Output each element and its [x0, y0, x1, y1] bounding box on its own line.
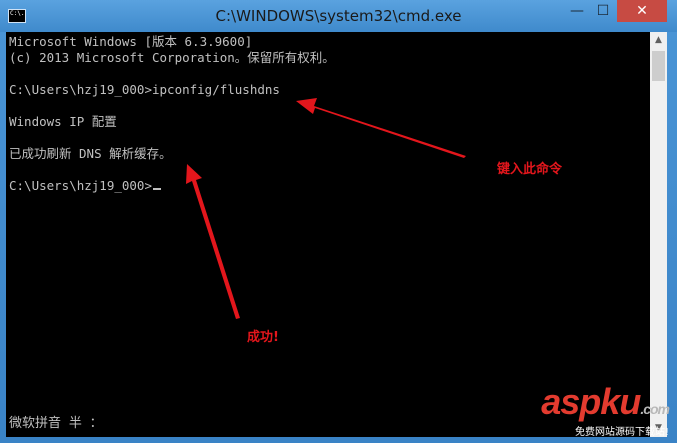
annotation-arrows [186, 98, 466, 319]
watermark-asp: asp [541, 381, 601, 422]
watermark-tagline: 免费网站源码下载站! [574, 427, 669, 438]
annotation-success: 成功! [247, 330, 279, 345]
arrow-to-command [296, 98, 466, 158]
arrow-to-success [186, 164, 240, 319]
watermark: aspku.com 免费网站源码下载站! [541, 381, 670, 439]
watermark-logo: aspku.com [541, 381, 670, 427]
watermark-com: .com [640, 401, 670, 417]
watermark-ku: ku [600, 381, 641, 422]
annotation-enter-command: 键入此命令 [497, 162, 563, 177]
